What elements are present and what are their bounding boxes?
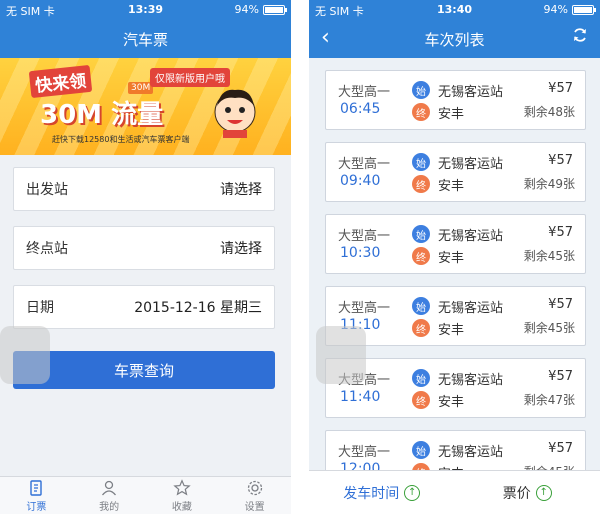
start-badge: 始 [412, 153, 430, 171]
status-right: 94% [543, 3, 596, 16]
sort-bar: 发车时间 ↑ 票价 ↑ [309, 470, 600, 514]
bus-type-label: 大型高一 [338, 301, 391, 316]
banner-badge: 仅限新版用户哦 [150, 68, 230, 87]
departure-time: 06:45 [340, 101, 381, 117]
bus-type-label: 大型高一 [338, 157, 391, 172]
status-bar: 无 SIM 卡 13:39 94% [0, 0, 291, 20]
destination-station: 安丰 [438, 323, 465, 338]
end-badge: 终 [412, 175, 430, 193]
destination-station: 安丰 [438, 179, 465, 194]
seats-remaining: 剩余47张 [523, 393, 575, 407]
start-badge: 始 [412, 369, 430, 387]
tab-favorites[interactable]: 收藏 [146, 477, 219, 514]
tab-label: 收藏 [171, 501, 192, 513]
start-badge: 始 [412, 81, 430, 99]
end-badge: 终 [412, 103, 430, 121]
status-right: 94% [234, 3, 287, 16]
seats-remaining: 剩余45张 [523, 321, 575, 335]
tab-settings[interactable]: 设置 [218, 477, 291, 514]
ticket-price: ¥57 [548, 297, 573, 312]
origin-station: 无锡客运站 [438, 229, 504, 244]
destination-station: 安丰 [438, 395, 465, 410]
refresh-icon[interactable] [572, 27, 588, 43]
tab-mine[interactable]: 我的 [73, 477, 146, 514]
bus-ticket-search-screen: 无 SIM 卡 13:39 94% 汽车票 快来领 30M 仅限新版用户哦 30… [0, 0, 291, 514]
page-title: 车次列表 [424, 30, 485, 49]
sort-by-price[interactable]: 票价 ↑ [455, 471, 600, 514]
departure-station-field[interactable]: 出发站 请选择 [13, 167, 275, 211]
arrival-label: 终点站 [26, 241, 68, 257]
banner-subtext: 赶快下载12580和生活或汽车票客户端 [52, 135, 190, 144]
destination-station: 安丰 [438, 107, 465, 122]
cartoon-boy-icon [214, 89, 256, 138]
trip-card[interactable]: 大型高一 06:45 始终无锡客运站安丰 ¥57 剩余48张 [325, 70, 586, 130]
arrow-up-icon: ↑ [535, 484, 552, 501]
battery-percent: 94% [234, 3, 259, 16]
sort-label: 发车时间 [343, 485, 400, 502]
start-badge: 始 [412, 441, 430, 459]
sort-label: 票价 [502, 485, 531, 502]
date-label: 日期 [26, 300, 54, 316]
battery-percent: 94% [543, 3, 568, 16]
departure-time: 11:40 [340, 389, 381, 405]
bus-type-label: 大型高一 [338, 85, 391, 100]
trip-list-screen: 无 SIM 卡 13:40 94% ‹ 车次列表 大型高一 06:45 始终无锡客运… [309, 0, 600, 514]
ticket-price: ¥57 [548, 369, 573, 384]
arrow-up-icon: ↑ [404, 484, 421, 501]
ticket-price: ¥57 [548, 441, 573, 456]
seats-remaining: 剩余48张 [523, 105, 575, 119]
start-badge: 始 [412, 225, 430, 243]
ticket-price: ¥57 [548, 153, 573, 168]
bus-type-label: 大型高一 [338, 229, 391, 244]
page-title: 汽车票 [122, 30, 168, 49]
tab-bar: 订票 我的 收藏 设置 [0, 476, 291, 514]
promo-banner[interactable]: 快来领 30M 仅限新版用户哦 30M 流量 赶快下载12580和生活或汽车票客… [0, 58, 291, 155]
departure-time: 09:40 [340, 173, 381, 189]
origin-station: 无锡客运站 [438, 373, 504, 388]
trip-card[interactable]: 大型高一 10:30 始终无锡客运站安丰 ¥57 剩余45张 [325, 214, 586, 274]
gear-icon [247, 480, 262, 495]
departure-value: 请选择 [220, 182, 262, 198]
star-icon [173, 478, 191, 496]
arrival-value: 请选择 [220, 241, 262, 257]
tab-booking[interactable]: 订票 [0, 477, 73, 514]
battery-icon [572, 4, 596, 15]
ticket-price: ¥57 [548, 81, 573, 96]
screenshot-stage: 无 SIM 卡 13:39 94% 汽车票 快来领 30M 仅限新版用户哦 30… [0, 0, 600, 514]
seats-remaining: 剩余45张 [523, 249, 575, 263]
origin-station: 无锡客运站 [438, 301, 504, 316]
tab-label: 我的 [99, 501, 120, 513]
banner-main-text: 30M 流量 [40, 100, 164, 130]
destination-station: 安丰 [438, 251, 465, 266]
user-icon [102, 480, 117, 495]
bus-type-label: 大型高一 [338, 445, 391, 460]
tab-label: 订票 [26, 501, 47, 513]
nav-bar: ‹ 车次列表 [309, 20, 600, 58]
trip-card[interactable]: 大型高一 09:40 始终无锡客运站安丰 ¥57 剩余49张 [325, 142, 586, 202]
battery-icon [263, 4, 287, 15]
origin-station: 无锡客运站 [438, 157, 504, 172]
start-badge: 始 [412, 297, 430, 315]
origin-station: 无锡客运站 [438, 445, 504, 460]
status-bar: 无 SIM 卡 13:40 94% [309, 0, 600, 20]
ticket-icon [30, 479, 43, 496]
end-badge: 终 [412, 391, 430, 409]
origin-station: 无锡客运站 [438, 85, 504, 100]
tab-label: 设置 [244, 501, 265, 513]
sort-by-departure-time[interactable]: 发车时间 ↑ [309, 471, 455, 514]
assistive-touch-overlay[interactable] [316, 326, 366, 384]
nav-bar: 汽车票 [0, 20, 291, 58]
arrival-station-field[interactable]: 终点站 请选择 [13, 226, 275, 270]
back-chevron-icon[interactable]: ‹ [321, 26, 330, 50]
assistive-touch-overlay[interactable] [0, 326, 50, 384]
search-tickets-button[interactable]: 车票查询 [13, 351, 275, 389]
end-badge: 终 [412, 247, 430, 265]
departure-label: 出发站 [26, 182, 68, 198]
date-value: 2015-12-16 星期三 [134, 300, 262, 316]
end-badge: 终 [412, 319, 430, 337]
date-field[interactable]: 日期 2015-12-16 星期三 [13, 285, 275, 329]
seats-remaining: 剩余49张 [523, 177, 575, 191]
departure-time: 10:30 [340, 245, 381, 261]
ticket-price: ¥57 [548, 225, 573, 240]
